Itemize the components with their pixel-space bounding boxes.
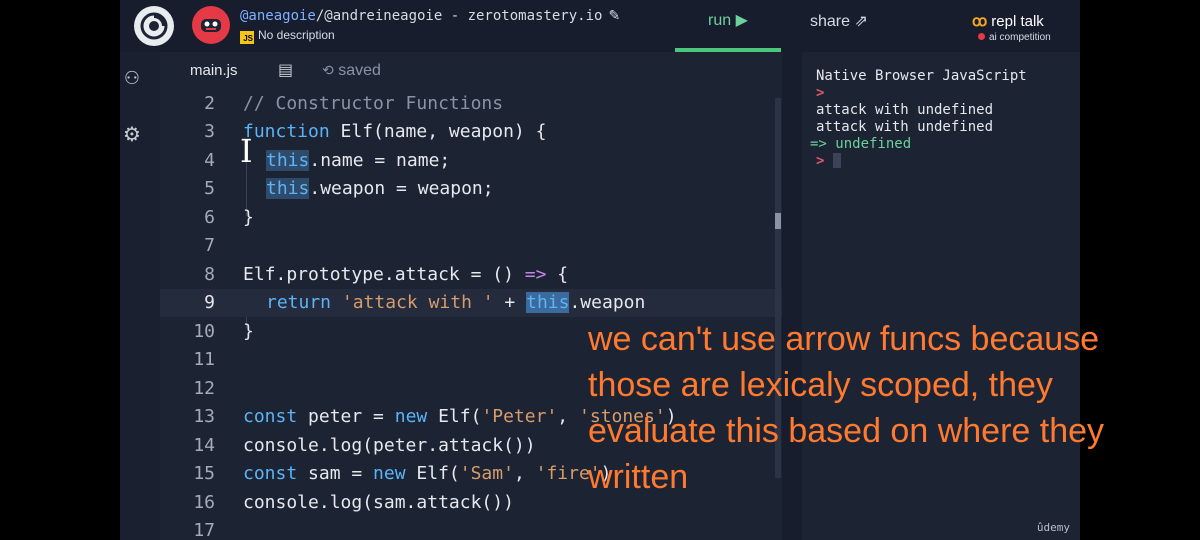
code-text: } bbox=[243, 321, 254, 342]
play-icon: ▶ bbox=[735, 12, 748, 29]
repl-title[interactable]: @aneagoie/@andreineagoie - zerotomastery… bbox=[240, 8, 620, 24]
line-number: 13 bbox=[193, 406, 215, 427]
line-number: 9 bbox=[204, 292, 215, 313]
users-icon: ꝏ bbox=[972, 13, 988, 30]
code-line[interactable]: 17 bbox=[160, 517, 782, 540]
run-label: run bbox=[708, 12, 732, 29]
code-text: return 'attack with ' + this.weapon bbox=[266, 292, 646, 313]
code-line-active[interactable]: 9 return 'attack with ' + this.weapon bbox=[160, 289, 782, 317]
code-line[interactable]: 6} bbox=[160, 204, 782, 232]
ai-competition-label: ai competition bbox=[989, 32, 1051, 43]
line-number: 11 bbox=[193, 349, 215, 370]
add-user-icon[interactable]: ⚇ bbox=[120, 68, 144, 89]
tab-main-js[interactable]: main.js bbox=[190, 62, 238, 79]
repl-logo-icon[interactable] bbox=[134, 6, 174, 46]
pencil-icon[interactable]: ✎ bbox=[608, 8, 620, 24]
code-text: console.log(peter.attack()) bbox=[243, 435, 536, 456]
code-line[interactable]: 7 bbox=[160, 232, 782, 260]
line-number: 7 bbox=[204, 235, 215, 256]
ai-competition-link[interactable]: ai competition bbox=[978, 32, 1051, 43]
left-sidebar: ⚇ ⚙ bbox=[120, 52, 160, 540]
code-text: function Elf(name, weapon) { bbox=[243, 121, 547, 142]
saved-label: saved bbox=[338, 62, 381, 79]
console-input[interactable]: > bbox=[816, 153, 841, 170]
line-number: 12 bbox=[193, 378, 215, 399]
history-icon: ⟲ bbox=[322, 63, 334, 79]
console-caret bbox=[832, 153, 841, 168]
text-cursor-icon: I bbox=[240, 132, 253, 170]
live-dot-icon bbox=[978, 33, 985, 40]
avatar[interactable] bbox=[192, 6, 230, 44]
line-number: 16 bbox=[193, 492, 215, 513]
repl-talk-label: repl talk bbox=[991, 13, 1044, 30]
saved-status: ⟲ saved bbox=[322, 62, 381, 80]
code-line[interactable]: 5 this.weapon = weapon; bbox=[160, 175, 782, 203]
code-text: this.weapon = weapon; bbox=[266, 178, 494, 199]
line-number: 8 bbox=[204, 264, 215, 285]
code-text: // Constructor Functions bbox=[243, 93, 504, 114]
console-result: => undefined bbox=[810, 136, 912, 152]
code-line[interactable]: 2 // Constructor Functions bbox=[160, 90, 782, 118]
run-button[interactable]: run ▶ bbox=[675, 0, 781, 52]
share-label: share bbox=[810, 13, 851, 30]
share-button[interactable]: share ⇗ bbox=[810, 0, 890, 42]
console-prompt: > bbox=[816, 85, 825, 101]
udemy-watermark: ûdemy bbox=[1036, 521, 1070, 534]
repl-talk-link[interactable]: ꝏ repl talk bbox=[972, 12, 1044, 30]
line-number: 14 bbox=[193, 435, 215, 456]
editor-tab-bar: main.js ▤ ⟲ saved bbox=[160, 52, 782, 91]
code-line[interactable]: 4 this.name = name; bbox=[160, 147, 782, 175]
line-number: 15 bbox=[193, 463, 215, 484]
line-number: 17 bbox=[193, 520, 215, 540]
code-text: Elf.prototype.attack = () => { bbox=[243, 264, 569, 285]
scrollbar-marker bbox=[775, 213, 781, 229]
repl-name: /@andreineagoie - zerotomastery.io bbox=[315, 8, 603, 24]
line-number: 2 bbox=[204, 93, 215, 114]
line-number: 3 bbox=[204, 121, 215, 142]
gear-icon[interactable]: ⚙ bbox=[120, 122, 144, 146]
code-line[interactable]: 8 Elf.prototype.attack = () => { bbox=[160, 261, 782, 289]
video-caption: we can't use arrow funcs because those a… bbox=[588, 316, 1188, 500]
caption-line: those are lexicaly scoped, they bbox=[588, 366, 1053, 404]
format-icon[interactable]: ▤ bbox=[278, 60, 293, 79]
code-text: console.log(sam.attack()) bbox=[243, 492, 514, 513]
line-number: 10 bbox=[193, 321, 215, 342]
repl-description[interactable]: JS No description bbox=[240, 28, 335, 44]
top-bar: @aneagoie/@andreineagoie - zerotomastery… bbox=[120, 0, 1080, 52]
repl-owner-link[interactable]: @aneagoie bbox=[240, 8, 316, 24]
console-output: attack with undefined bbox=[816, 102, 994, 118]
code-text: const sam = new Elf('Sam', 'fire') bbox=[243, 463, 612, 484]
console-output: attack with undefined bbox=[816, 119, 994, 135]
code-line[interactable]: 3 function Elf(name, weapon) { bbox=[160, 118, 782, 146]
line-number: 5 bbox=[204, 178, 215, 199]
caption-line: evaluate this based on where they bbox=[588, 412, 1105, 450]
js-badge-icon: JS bbox=[240, 31, 254, 44]
share-icon: ⇗ bbox=[854, 11, 868, 30]
caption-line: written bbox=[588, 458, 689, 496]
code-text: } bbox=[243, 207, 254, 228]
line-number: 6 bbox=[204, 207, 215, 228]
console-header: Native Browser JavaScript bbox=[816, 68, 1027, 84]
description-text: No description bbox=[258, 28, 335, 42]
code-text: this.name = name; bbox=[266, 150, 451, 171]
line-number: 4 bbox=[204, 150, 215, 171]
caption-line: we can't use arrow funcs because bbox=[588, 320, 1100, 358]
